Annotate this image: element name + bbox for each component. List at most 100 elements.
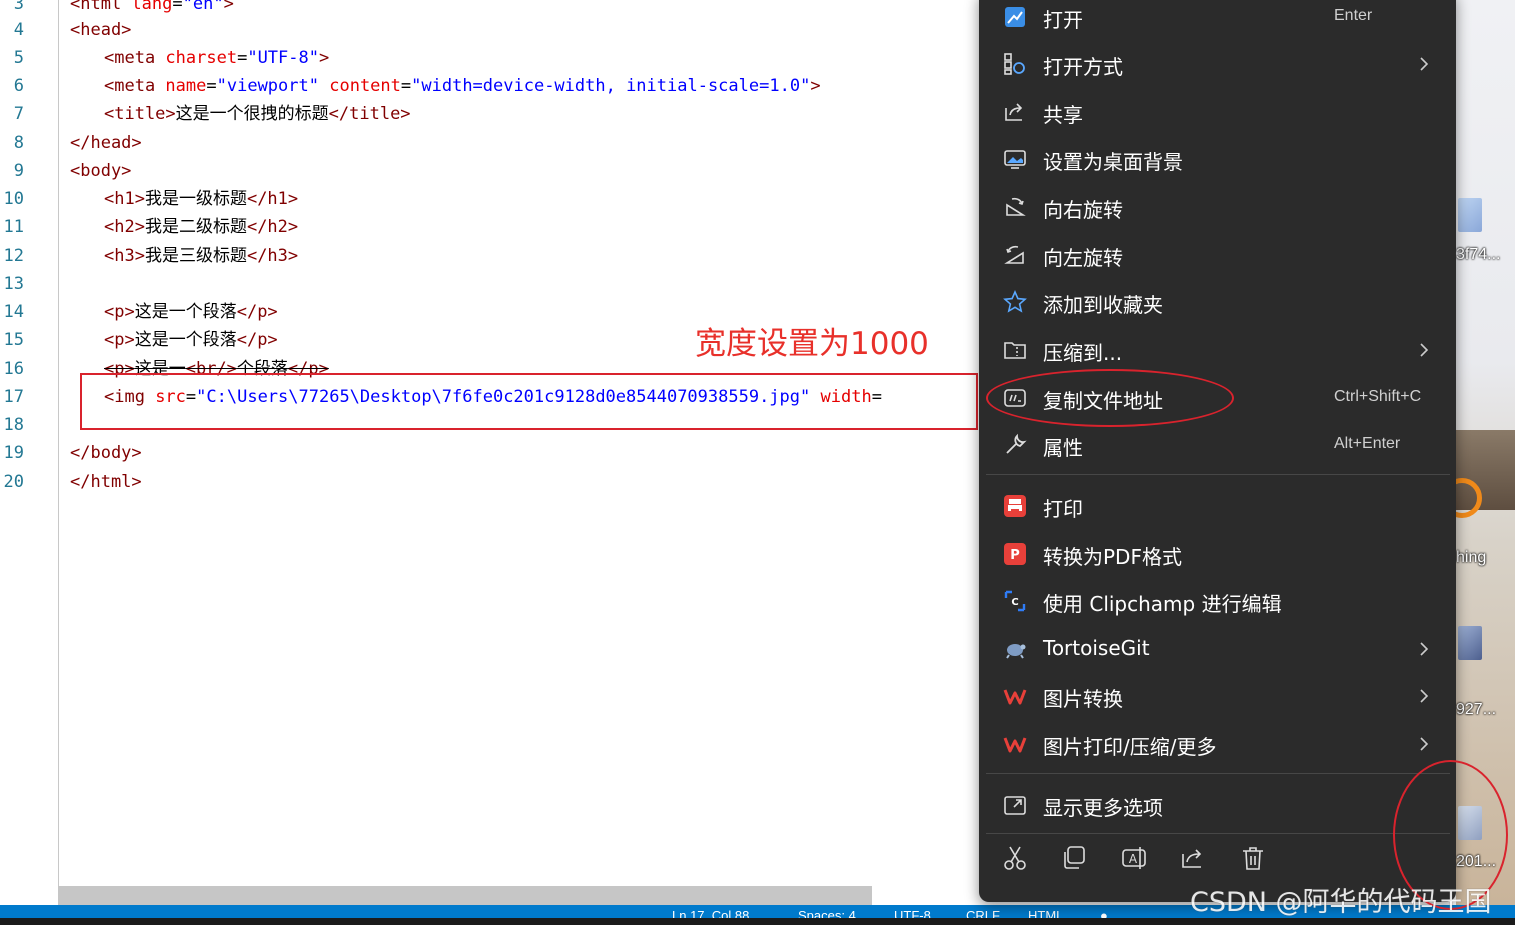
text-token: 我是三级标题 <box>144 246 247 266</box>
horizontal-scrollbar[interactable] <box>58 886 872 905</box>
chevron-right-icon <box>1420 642 1429 656</box>
menu-item-label: 打印 <box>1043 497 1083 521</box>
wps-icon <box>1003 737 1027 753</box>
menu-item-label: 图片转换 <box>1043 687 1123 711</box>
menu-item-properties[interactable]: 属性 Alt+Enter <box>986 423 1450 467</box>
code-line-5[interactable]: <meta charset="UTF-8"> <box>104 44 329 72</box>
menu-item-label: 共享 <box>1043 103 1083 127</box>
line-number: 12 <box>3 246 24 266</box>
menu-item-clipchamp[interactable]: C 使用 Clipchamp 进行编辑 <box>986 579 1450 623</box>
menu-item-label: 打开方式 <box>1043 55 1123 79</box>
string-token: "width=device-width, initial-scale=1.0" <box>411 76 811 96</box>
line-number: 8 <box>13 133 24 153</box>
tag-token: </html> <box>70 472 142 492</box>
code-line-19[interactable]: </body> <box>70 439 142 467</box>
star-icon <box>1003 290 1027 313</box>
tag-token: <head> <box>70 20 132 40</box>
chevron-right-icon <box>1420 343 1429 357</box>
desktop-file-label[interactable]: 3f74... <box>1456 246 1500 264</box>
code-line-15[interactable]: <p>这是一个段落</p> <box>104 326 278 354</box>
svg-text:C: C <box>1011 597 1018 608</box>
tag-token: </h1> <box>246 189 299 209</box>
code-line-8[interactable]: </head> <box>70 129 142 157</box>
chevron-right-icon <box>1420 689 1429 703</box>
clipchamp-icon: C <box>1004 590 1026 612</box>
line-number: 14 <box>3 302 24 322</box>
line-number: 15 <box>3 330 24 350</box>
pdf-icon: P <box>1004 543 1026 565</box>
menu-item-share[interactable]: 共享 <box>986 90 1450 134</box>
string-token: "UTF-8" <box>247 48 319 68</box>
open-icon <box>1005 7 1025 27</box>
equals-token: = <box>206 76 217 96</box>
chevron-right-icon <box>1420 57 1429 71</box>
menu-separator <box>986 474 1450 475</box>
share-icon[interactable] <box>1179 844 1207 872</box>
menu-item-set-wallpaper[interactable]: 设置为桌面背景 <box>986 137 1450 181</box>
line-number: 16 <box>3 359 24 379</box>
code-line-7[interactable]: <title>这是一个很拽的标题</title> <box>104 100 411 128</box>
menu-item-rotate-right[interactable]: 向右旋转 <box>986 185 1450 229</box>
line-number-gutter: 3 4 5 6 7 8 9 10 11 12 13 14 15 16 17 18… <box>0 0 59 905</box>
menu-item-shortcut: Enter <box>1334 7 1373 24</box>
printer-icon <box>1004 495 1026 517</box>
line-number: 18 <box>3 415 24 435</box>
wps-icon <box>1003 689 1027 705</box>
menu-item-label: 压缩到... <box>1043 341 1123 365</box>
highlight-ellipse <box>986 369 1234 427</box>
taskbar-edge <box>0 918 1515 925</box>
code-line-6[interactable]: <meta name="viewport" content="width=dev… <box>104 72 821 100</box>
text-token: 这是一个很拽的标题 <box>175 104 329 124</box>
code-line-14[interactable]: <p>这是一个段落</p> <box>104 298 278 326</box>
code-line-20[interactable]: </html> <box>70 468 142 496</box>
equals-token: = <box>400 76 412 96</box>
menu-item-rotate-left[interactable]: 向左旋转 <box>986 233 1450 277</box>
equals-token: = <box>172 0 183 14</box>
menu-item-convert-pdf[interactable]: P 转换为PDF格式 <box>986 532 1450 576</box>
tag-token: </h3> <box>246 246 299 266</box>
menu-item-compress-to[interactable]: 压缩到... <box>986 328 1450 372</box>
menu-item-label: 转换为PDF格式 <box>1043 545 1182 569</box>
equals-token: = <box>237 48 248 68</box>
menu-item-label: 添加到收藏夹 <box>1043 293 1163 317</box>
cut-icon[interactable] <box>1001 844 1029 872</box>
delete-icon[interactable] <box>1239 844 1267 872</box>
menu-item-image-print-more[interactable]: 图片打印/压缩/更多 <box>986 722 1450 766</box>
tag-token: <html <box>70 0 132 14</box>
file-thumbnail[interactable] <box>1458 198 1482 232</box>
code-editor[interactable]: 3 4 5 6 7 8 9 10 11 12 13 14 15 16 17 18… <box>0 0 980 905</box>
menu-item-shortcut: Ctrl+Shift+C <box>1334 388 1422 405</box>
menu-item-shortcut: Alt+Enter <box>1334 435 1401 452</box>
desktop-file-label[interactable]: hing <box>1456 549 1486 567</box>
menu-item-show-more[interactable]: 显示更多选项 <box>986 783 1450 827</box>
code-line-9[interactable]: <body> <box>70 157 131 185</box>
wallpaper-icon <box>1004 150 1026 169</box>
code-line-11[interactable]: <h2>我是二级标题</h2> <box>104 213 298 241</box>
tag-token: </head> <box>70 133 142 153</box>
tag-token: </body> <box>70 443 142 463</box>
copy-icon[interactable] <box>1060 844 1088 872</box>
menu-item-open[interactable]: 打开 Enter <box>986 0 1450 39</box>
menu-item-print[interactable]: 打印 <box>986 484 1450 528</box>
rename-icon[interactable]: A <box>1120 844 1148 872</box>
desktop-file-label[interactable]: 927... <box>1456 701 1496 719</box>
open-with-icon <box>1004 53 1025 75</box>
file-thumbnail[interactable] <box>1458 626 1482 660</box>
line-number: 5 <box>13 48 24 68</box>
line-number: 11 <box>3 217 24 237</box>
code-line-10[interactable]: <h1>我是一级标题</h1> <box>104 185 298 213</box>
menu-item-add-favorite[interactable]: 添加到收藏夹 <box>986 280 1450 324</box>
rotate-right-icon <box>1006 197 1026 216</box>
attr-token: charset <box>165 48 238 68</box>
tag-token: </p> <box>236 330 278 350</box>
menu-item-image-convert[interactable]: 图片转换 <box>986 674 1450 718</box>
code-line-12[interactable]: <h3>我是三级标题</h3> <box>104 242 298 270</box>
menu-item-tortoisegit[interactable]: TortoiseGit <box>986 627 1450 671</box>
watermark-text: CSDN @阿华的代码王国 <box>1190 887 1492 918</box>
line-number: 4 <box>13 20 24 40</box>
menu-item-open-with[interactable]: 打开方式 <box>986 42 1450 86</box>
tortoisegit-icon <box>1006 644 1026 659</box>
tag-token: </h2> <box>246 217 299 237</box>
code-line-4[interactable]: <head> <box>70 16 131 44</box>
